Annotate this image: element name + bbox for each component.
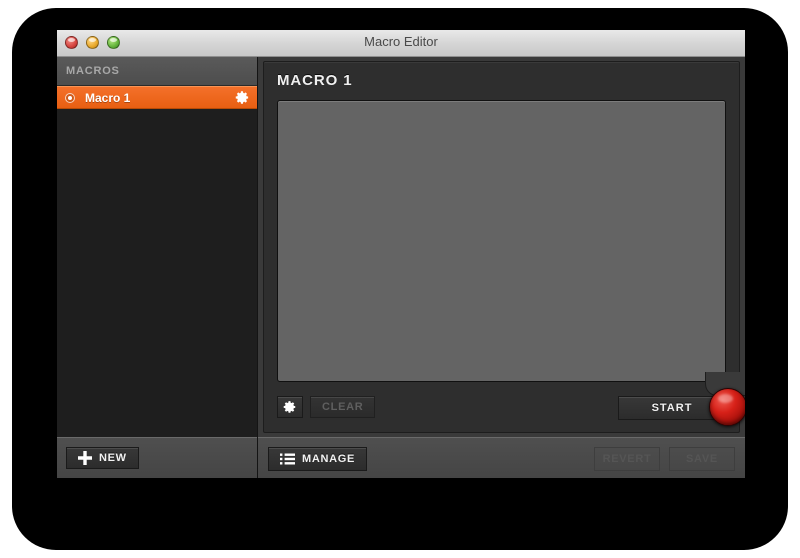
save-button-label: SAVE [686,453,718,465]
revert-button-label: REVERT [602,453,652,465]
app-window: Macro Editor MACROS Macro 1 NEW MACRO 1 … [57,30,745,478]
manage-button[interactable]: MANAGE [268,447,368,471]
record-led-button[interactable] [709,388,745,426]
radio-icon[interactable] [65,92,75,103]
macro-settings-button[interactable] [277,396,303,418]
sidebar-footer: NEW [57,437,257,478]
window-titlebar: Macro Editor [57,30,745,57]
window-body: MACROS Macro 1 NEW MACRO 1 CLEAR START M… [57,57,745,478]
new-macro-label: NEW [99,452,127,464]
revert-button[interactable]: REVERT [594,447,660,471]
page-title: MACRO 1 [277,72,353,89]
sidebar-item-macro-1[interactable]: Macro 1 [57,86,257,109]
sidebar: MACROS Macro 1 NEW [57,57,258,478]
content-area: MACRO 1 CLEAR START MANAGE REVERT SAVE [258,57,745,478]
save-button[interactable]: SAVE [669,447,735,471]
panel-toolbar-right: START [618,388,745,426]
window-title: Macro Editor [364,34,438,49]
clear-button-label: CLEAR [322,401,364,413]
panel-toolbar: CLEAR START [277,388,745,426]
content-footer: MANAGE REVERT SAVE [258,437,745,478]
macro-list: Macro 1 [57,86,257,437]
clear-button[interactable]: CLEAR [310,396,376,418]
manage-button-label: MANAGE [302,453,356,465]
plus-icon [78,451,92,465]
new-macro-button[interactable]: NEW [66,447,139,469]
sidebar-header-label: MACROS [66,65,120,77]
macro-editor-panel: MACRO 1 CLEAR START [263,61,745,433]
list-icon [280,453,295,465]
gear-icon[interactable] [235,90,250,105]
sidebar-header: MACROS [57,57,257,86]
macro-canvas[interactable] [277,100,726,382]
panel-toolbar-left: CLEAR [277,396,376,418]
sidebar-item-label: Macro 1 [85,90,131,105]
start-button-label: START [651,402,693,414]
gear-icon [283,400,297,414]
footer-actions: REVERT SAVE [594,447,735,471]
